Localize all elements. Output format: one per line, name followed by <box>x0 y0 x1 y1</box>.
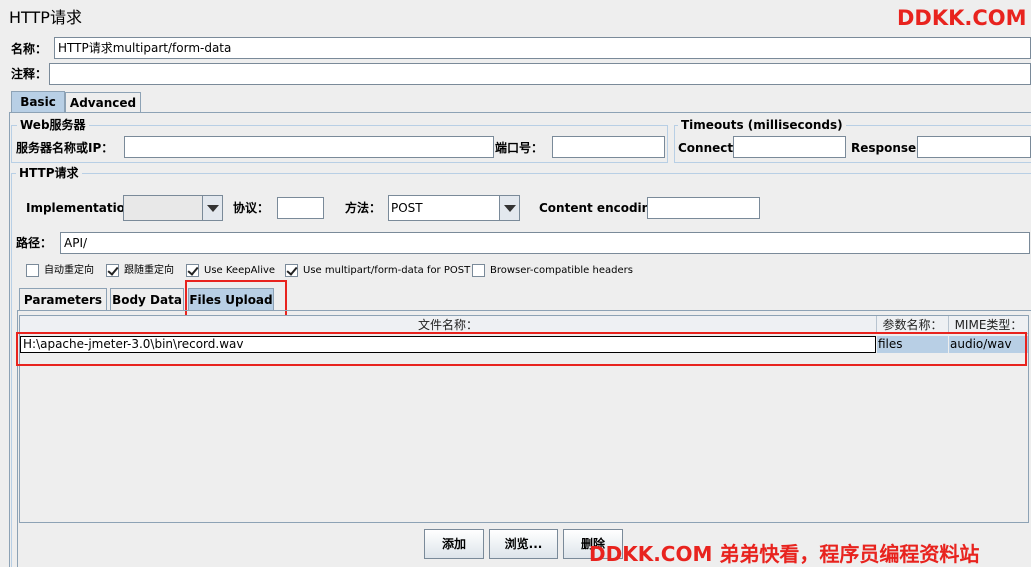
page-title: HTTP请求 <box>9 8 82 27</box>
tab-basic[interactable]: Basic <box>11 91 65 113</box>
checkbox-box[interactable] <box>472 264 485 277</box>
http-request-legend: HTTP请求 <box>16 166 82 180</box>
checkbox-label: Use multipart/form-data for POST <box>303 265 471 276</box>
chevron-down-icon[interactable] <box>202 196 222 220</box>
protocol-label: 协议： <box>233 201 270 215</box>
server-label: 服务器名称或IP： <box>16 141 114 155</box>
files-row-highlight <box>16 332 1027 366</box>
tab-parameters[interactable]: Parameters <box>19 288 107 310</box>
path-label: 路径： <box>16 236 53 250</box>
chevron-down-icon[interactable] <box>499 196 519 220</box>
checkbox-box[interactable] <box>285 264 298 277</box>
checkbox-browser-compatible[interactable]: Browser-compatible headers <box>472 263 633 278</box>
checkbox-box[interactable] <box>106 264 119 277</box>
tab-body-data[interactable]: Body Data <box>110 288 184 310</box>
checkbox-label: 自动重定向 <box>44 265 94 276</box>
method-select[interactable]: POST <box>388 195 520 221</box>
name-label: 名称： <box>11 42 48 56</box>
path-input[interactable]: API/ <box>60 232 1030 254</box>
checkbox-auto-redirect[interactable]: 自动重定向 <box>26 263 94 278</box>
checkbox-multipart[interactable]: Use multipart/form-data for POST <box>285 263 470 278</box>
comment-label: 注释： <box>11 67 48 81</box>
checkbox-follow-redirects[interactable]: 跟随重定向 <box>106 263 174 278</box>
connect-label: Connect: <box>678 141 738 155</box>
web-server-legend: Web服务器 <box>17 118 89 132</box>
checkbox-label: Browser-compatible headers <box>490 265 633 276</box>
watermark-top: DDKK.COM <box>897 6 1027 30</box>
comment-field[interactable] <box>49 63 1031 85</box>
response-input[interactable] <box>917 136 1031 158</box>
browse-button[interactable]: 浏览... <box>489 529 558 559</box>
method-value: POST <box>391 201 423 215</box>
checkbox-keepalive[interactable]: Use KeepAlive <box>186 263 275 278</box>
port-input[interactable] <box>552 136 665 158</box>
connect-input[interactable] <box>733 136 846 158</box>
watermark-bottom: DDKK.COM 弟弟快看，程序员编程资料站 <box>589 542 980 566</box>
encoding-input[interactable] <box>647 197 760 219</box>
implementation-select[interactable] <box>123 195 223 221</box>
protocol-input[interactable] <box>277 197 324 219</box>
add-button[interactable]: 添加 <box>424 529 484 559</box>
response-label: Response: <box>851 141 921 155</box>
tab-advanced[interactable]: Advanced <box>65 92 141 113</box>
name-field[interactable]: HTTP请求multipart/form-data <box>54 37 1031 59</box>
encoding-label: Content encoding: <box>539 201 664 215</box>
checkbox-box[interactable] <box>26 264 39 277</box>
checkbox-label: Use KeepAlive <box>204 265 276 276</box>
port-label: 端口号： <box>495 141 544 155</box>
method-label: 方法： <box>345 201 382 215</box>
timeouts-legend: Timeouts (milliseconds) <box>678 118 846 132</box>
implementation-label: Implementation: <box>26 201 139 215</box>
checkbox-box[interactable] <box>186 264 199 277</box>
server-input[interactable] <box>124 136 494 158</box>
checkbox-label: 跟随重定向 <box>124 265 174 276</box>
